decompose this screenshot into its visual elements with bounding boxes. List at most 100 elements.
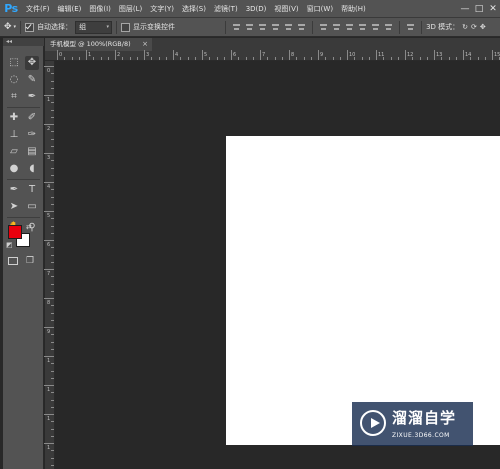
ruler-label: 1: [47, 416, 51, 422]
ruler-tick: [51, 203, 54, 205]
3d-pan-icon[interactable]: ✥: [480, 23, 486, 31]
ruler-tick: [44, 327, 54, 328]
ruler-tick: [51, 319, 54, 321]
healing-brush-icon[interactable]: ✚: [7, 111, 21, 125]
menu-3d[interactable]: 3D(D): [242, 0, 271, 18]
ruler-tick: [51, 312, 54, 314]
menu-view[interactable]: 视图(V): [270, 0, 302, 18]
foreground-color-swatch[interactable]: [8, 225, 22, 239]
ruler-vertical[interactable]: 0 1 2 3 4 5 6 7 8 9 1 1 1 1: [44, 61, 55, 469]
auto-align-icon[interactable]: [406, 23, 415, 32]
distribute-bottom-icon[interactable]: [345, 23, 354, 32]
menu-type[interactable]: 文字(Y): [146, 0, 178, 18]
blur-icon[interactable]: ●: [7, 162, 21, 176]
ruler-tick: [455, 57, 457, 60]
lasso-icon[interactable]: ◌: [7, 73, 21, 87]
screen-mode-icon[interactable]: ❐: [26, 256, 34, 266]
ruler-tick: [151, 57, 153, 60]
ruler-tick: [173, 50, 174, 60]
ruler-tick: [71, 57, 73, 60]
ruler-tick: [325, 57, 327, 60]
play-icon: [360, 410, 386, 436]
clone-stamp-icon[interactable]: ⊥: [7, 128, 21, 142]
ruler-tick: [245, 57, 247, 60]
distribute-right-icon[interactable]: [384, 23, 393, 32]
ruler-tick: [93, 57, 95, 60]
document-canvas[interactable]: [226, 136, 500, 445]
distribute-left-icon[interactable]: [358, 23, 367, 32]
show-transform-checkbox[interactable]: [121, 22, 131, 32]
3d-roll-icon[interactable]: ⟳: [471, 23, 477, 31]
align-left-icon[interactable]: [271, 23, 280, 32]
ruler-tick: [470, 57, 472, 60]
path-select-icon[interactable]: ➤: [7, 200, 21, 214]
type-icon[interactable]: T: [25, 183, 39, 197]
menu-layer[interactable]: 图层(L): [115, 0, 146, 18]
menu-edit[interactable]: 编辑(E): [54, 0, 86, 18]
ruler-label: 3: [47, 155, 51, 161]
eraser-icon[interactable]: ▱: [7, 145, 21, 159]
quick-mask-icon[interactable]: [8, 257, 18, 265]
distribute-hcenter-icon[interactable]: [371, 23, 380, 32]
auto-select-checkbox[interactable]: [25, 22, 35, 32]
tool-preset-arrow-icon[interactable]: ▾: [14, 24, 17, 30]
ruler-label: 4: [47, 184, 51, 190]
ruler-tick: [44, 298, 54, 299]
align-top-icon[interactable]: [232, 23, 241, 32]
divider: [7, 107, 40, 108]
document-tab[interactable]: 手机模型 @ 100%(RGB/8) ×: [45, 38, 152, 51]
distribute-vcenter-icon[interactable]: [332, 23, 341, 32]
ruler-label: 0: [47, 68, 51, 74]
distribute-top-icon[interactable]: [319, 23, 328, 32]
divider: [7, 179, 40, 180]
align-vcenter-icon[interactable]: [245, 23, 254, 32]
brush-icon[interactable]: ✐: [25, 111, 39, 125]
pen-icon[interactable]: ✒: [7, 183, 21, 197]
menu-image[interactable]: 图像(I): [85, 0, 115, 18]
3d-rotate-icon[interactable]: ↻: [462, 23, 468, 31]
align-bottom-icon[interactable]: [258, 23, 267, 32]
ruler-tick: [122, 57, 124, 60]
menu-select[interactable]: 选择(S): [178, 0, 210, 18]
ruler-tick: [260, 50, 261, 60]
gradient-icon[interactable]: ▤: [25, 145, 39, 159]
crop-icon[interactable]: ⌗: [7, 90, 21, 104]
ruler-label: 6: [233, 52, 237, 58]
move-icon[interactable]: ✥: [25, 56, 39, 70]
default-colors-icon[interactable]: ◩: [6, 241, 13, 249]
ruler-tick: [281, 57, 283, 60]
ruler-tick: [51, 116, 54, 118]
align-right-icon[interactable]: [297, 23, 306, 32]
marquee-icon[interactable]: ⬚: [7, 56, 21, 70]
eyedropper-icon[interactable]: ✒: [25, 90, 39, 104]
ruler-horizontal[interactable]: 0 1 2 3 4 5 6 7 8 9 10 11 12 13 14 15: [45, 50, 500, 61]
swap-colors-icon[interactable]: ⇄: [26, 223, 32, 231]
move-tool-icon[interactable]: ✥: [4, 22, 12, 32]
ruler-tick: [51, 254, 54, 256]
maximize-button[interactable]: □: [472, 0, 486, 18]
ruler-tick: [209, 57, 211, 60]
ruler-tick: [64, 57, 66, 60]
dodge-icon[interactable]: ◖: [25, 162, 39, 176]
ruler-label: 1: [88, 52, 92, 58]
close-button[interactable]: ✕: [486, 0, 500, 18]
ruler-tick: [187, 57, 189, 60]
auto-select-dropdown[interactable]: 组 ▾: [75, 20, 113, 34]
quick-select-icon[interactable]: ✎: [25, 73, 39, 87]
tools-panel-header[interactable]: ◂◂: [3, 38, 44, 46]
rectangle-icon[interactable]: ▭: [25, 200, 39, 214]
menu-file[interactable]: 文件(F): [22, 0, 54, 18]
ruler-tick: [51, 73, 54, 75]
minimize-button[interactable]: —: [458, 0, 472, 18]
menu-window[interactable]: 窗口(W): [303, 0, 337, 18]
menu-help[interactable]: 帮助(H): [337, 0, 370, 18]
menu-filter[interactable]: 滤镜(T): [210, 0, 242, 18]
options-bar: ✥ ▾ 自动选择： 组 ▾ 显示变换控件 3D 模式： ↻ ⟳ ✥: [0, 18, 500, 37]
ruler-label: 1: [47, 387, 51, 393]
history-brush-icon[interactable]: ✑: [25, 128, 39, 142]
close-icon[interactable]: ×: [142, 38, 148, 51]
ruler-tick: [231, 50, 232, 60]
ruler-tick: [51, 406, 54, 408]
mode-3d-label: 3D 模式：: [426, 23, 460, 31]
align-hcenter-icon[interactable]: [284, 23, 293, 32]
